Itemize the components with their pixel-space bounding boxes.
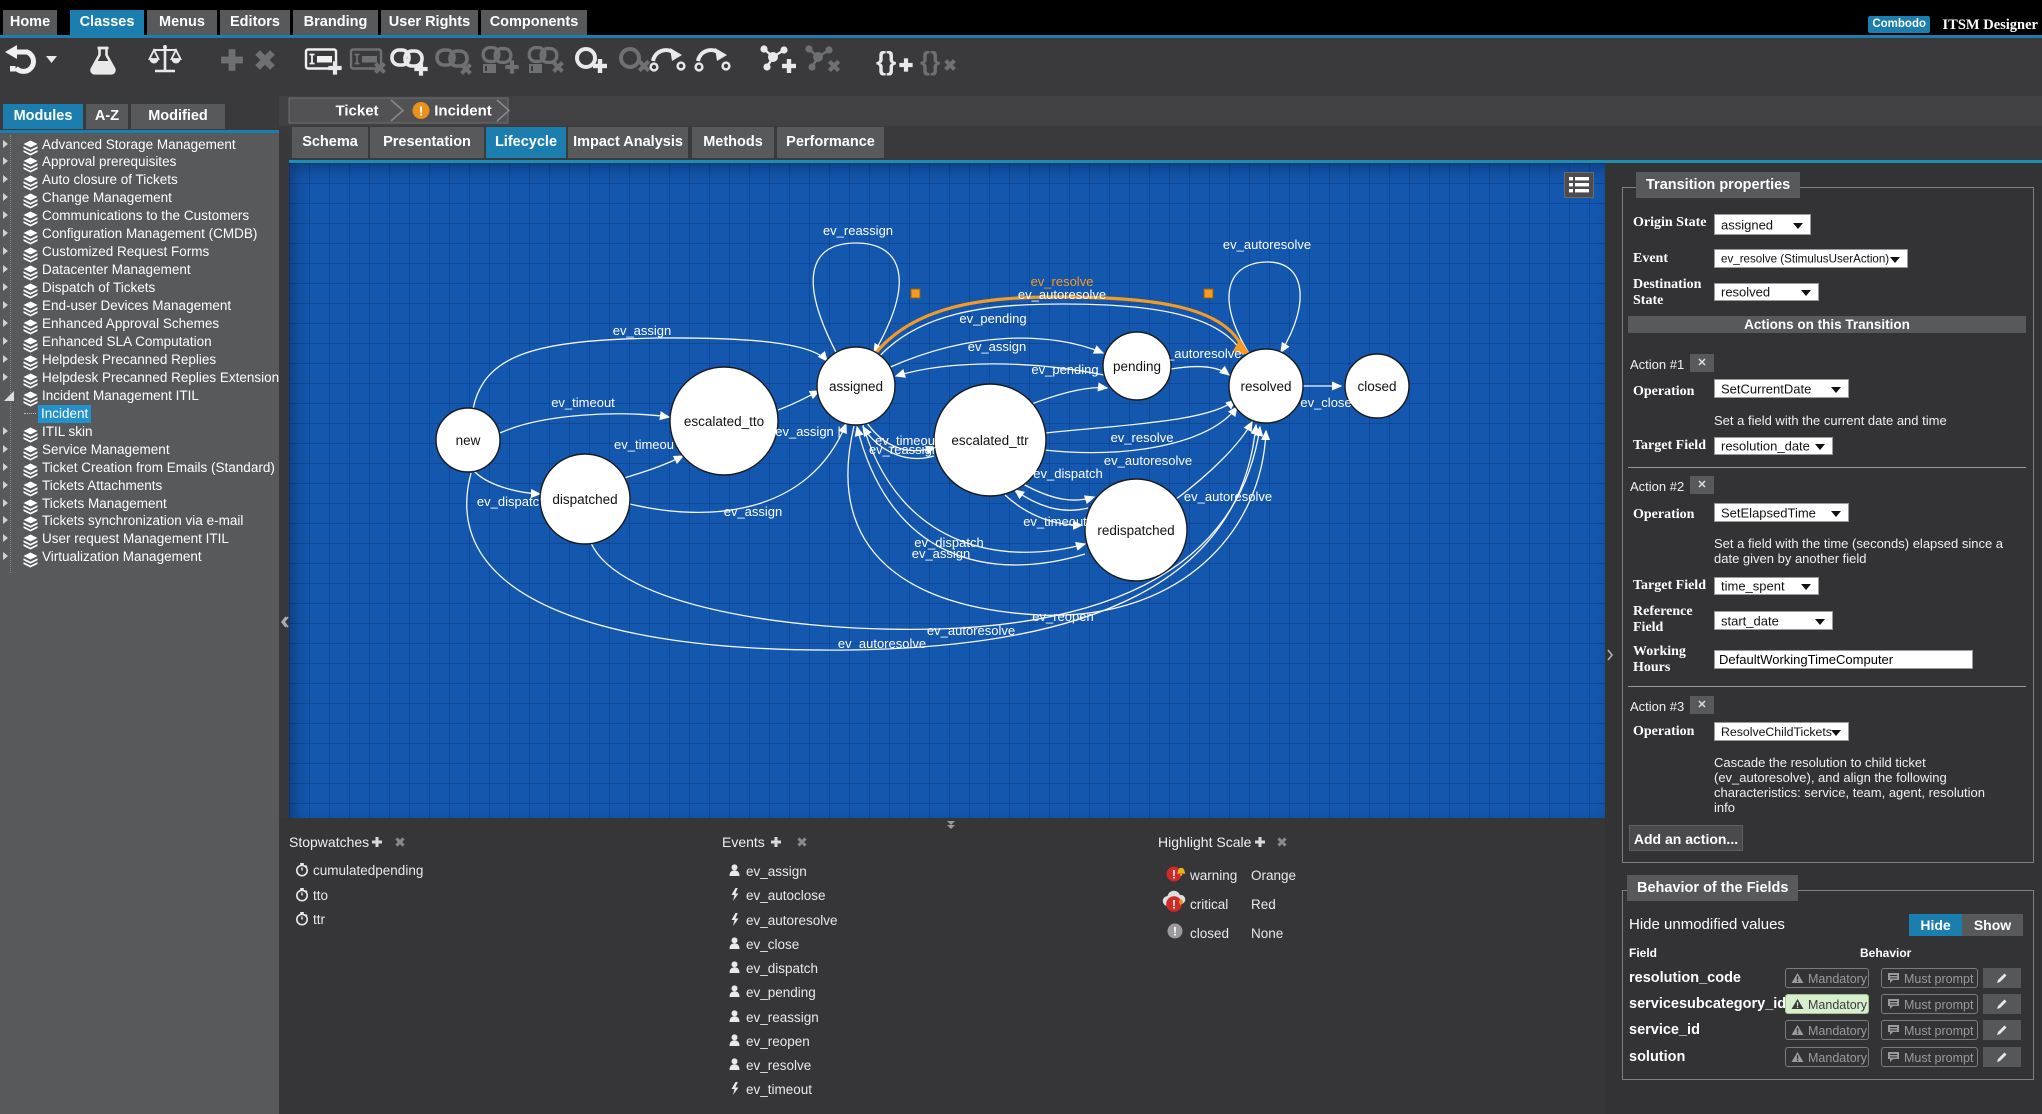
svg-text:{}: {} [876,46,896,76]
svg-text:ev_pending: ev_pending [746,985,816,1000]
svg-text:Events: Events [722,834,765,850]
svg-text:ev_resolve: ev_resolve [746,1058,811,1073]
svg-text:ev_assign: ev_assign [968,339,1027,354]
svg-text:ev_reopen: ev_reopen [746,1034,810,1049]
svg-text:ev_timeout: ev_timeout [1023,514,1087,529]
svg-text:ev_timeout: ev_timeout [551,395,615,410]
svg-text:tto: tto [313,888,328,903]
svg-text:Ticket: Ticket [335,103,378,120]
svg-text:ev_autoresolve: ev_autoresolve [1018,287,1106,302]
svg-text:ttr: ttr [313,912,326,927]
svg-text:!: ! [1173,925,1177,939]
svg-text:v_autoresolve: v_autoresolve [1161,346,1242,361]
svg-text:Stopwatches: Stopwatches [289,834,369,850]
svg-text:ev_close: ev_close [1300,395,1351,410]
svg-text:ev_dispatc: ev_dispatc [477,494,540,509]
svg-text:ev_autoresolve: ev_autoresolve [1104,453,1192,468]
svg-text:ev_dispatch: ev_dispatch [1033,466,1102,481]
svg-text:critical: critical [1190,897,1228,912]
svg-text:ev_autoresolve: ev_autoresolve [1184,489,1272,504]
svg-text:ev_timeou: ev_timeou [614,437,674,452]
svg-text:ev_assign: ev_assign [724,504,783,519]
svg-text:ev_autoresolve: ev_autoresolve [838,636,926,651]
svg-text:ev_reassign: ev_reassign [746,1010,819,1025]
svg-text:ev_autoclose: ev_autoclose [746,888,826,903]
svg-text:ev_reassign: ev_reassign [823,223,893,238]
svg-text:ev_assign: ev_assign [613,323,672,338]
svg-text:ev_pending: ev_pending [959,311,1026,326]
svg-text:warning: warning [1189,868,1237,883]
svg-text:None: None [1251,926,1283,941]
svg-text:ev_reassign: ev_reassign [869,442,939,457]
svg-text:ev_assign: ev_assign [746,864,807,879]
svg-text:Highlight Scale: Highlight Scale [1158,834,1252,850]
svg-text:ev_autoresolve: ev_autoresolve [927,623,1015,638]
svg-text:redispatched: redispatched [1097,523,1174,538]
svg-text:!: ! [1172,868,1176,882]
svg-text:assigned: assigned [829,379,883,394]
svg-text:ev_resolve: ev_resolve [1111,430,1174,445]
svg-text:Incident: Incident [434,103,492,120]
svg-text:cumulatedpending: cumulatedpending [313,863,423,878]
svg-text:dispatched: dispatched [552,492,617,507]
svg-text:closed: closed [1357,379,1396,394]
svg-text:ev_autoresolve: ev_autoresolve [746,913,838,928]
svg-text:ev_close: ev_close [746,937,799,952]
svg-text:escalated_tto: escalated_tto [684,414,764,429]
svg-text:Orange: Orange [1251,868,1296,883]
svg-text:ev_assign |: ev_assign | [775,424,841,439]
svg-text:escalated_ttr: escalated_ttr [951,433,1029,448]
svg-text:pending: pending [1113,359,1161,374]
svg-text:ev_dispatch: ev_dispatch [746,961,818,976]
svg-text:!: ! [1172,898,1176,912]
svg-text:{}: {} [920,46,940,76]
svg-text:ev_assign: ev_assign [912,546,971,561]
svg-text:ev_reopen: ev_reopen [1032,609,1093,624]
svg-text:ev_autoresolve: ev_autoresolve [1223,237,1311,252]
svg-text:!: ! [419,104,423,119]
svg-text:resolved: resolved [1240,379,1291,394]
svg-text:ev_pending: ev_pending [1031,362,1098,377]
svg-text:new: new [456,433,481,448]
svg-text:closed: closed [1190,926,1229,941]
svg-text:ev_timeout: ev_timeout [746,1082,812,1097]
svg-text:Red: Red [1251,897,1276,912]
